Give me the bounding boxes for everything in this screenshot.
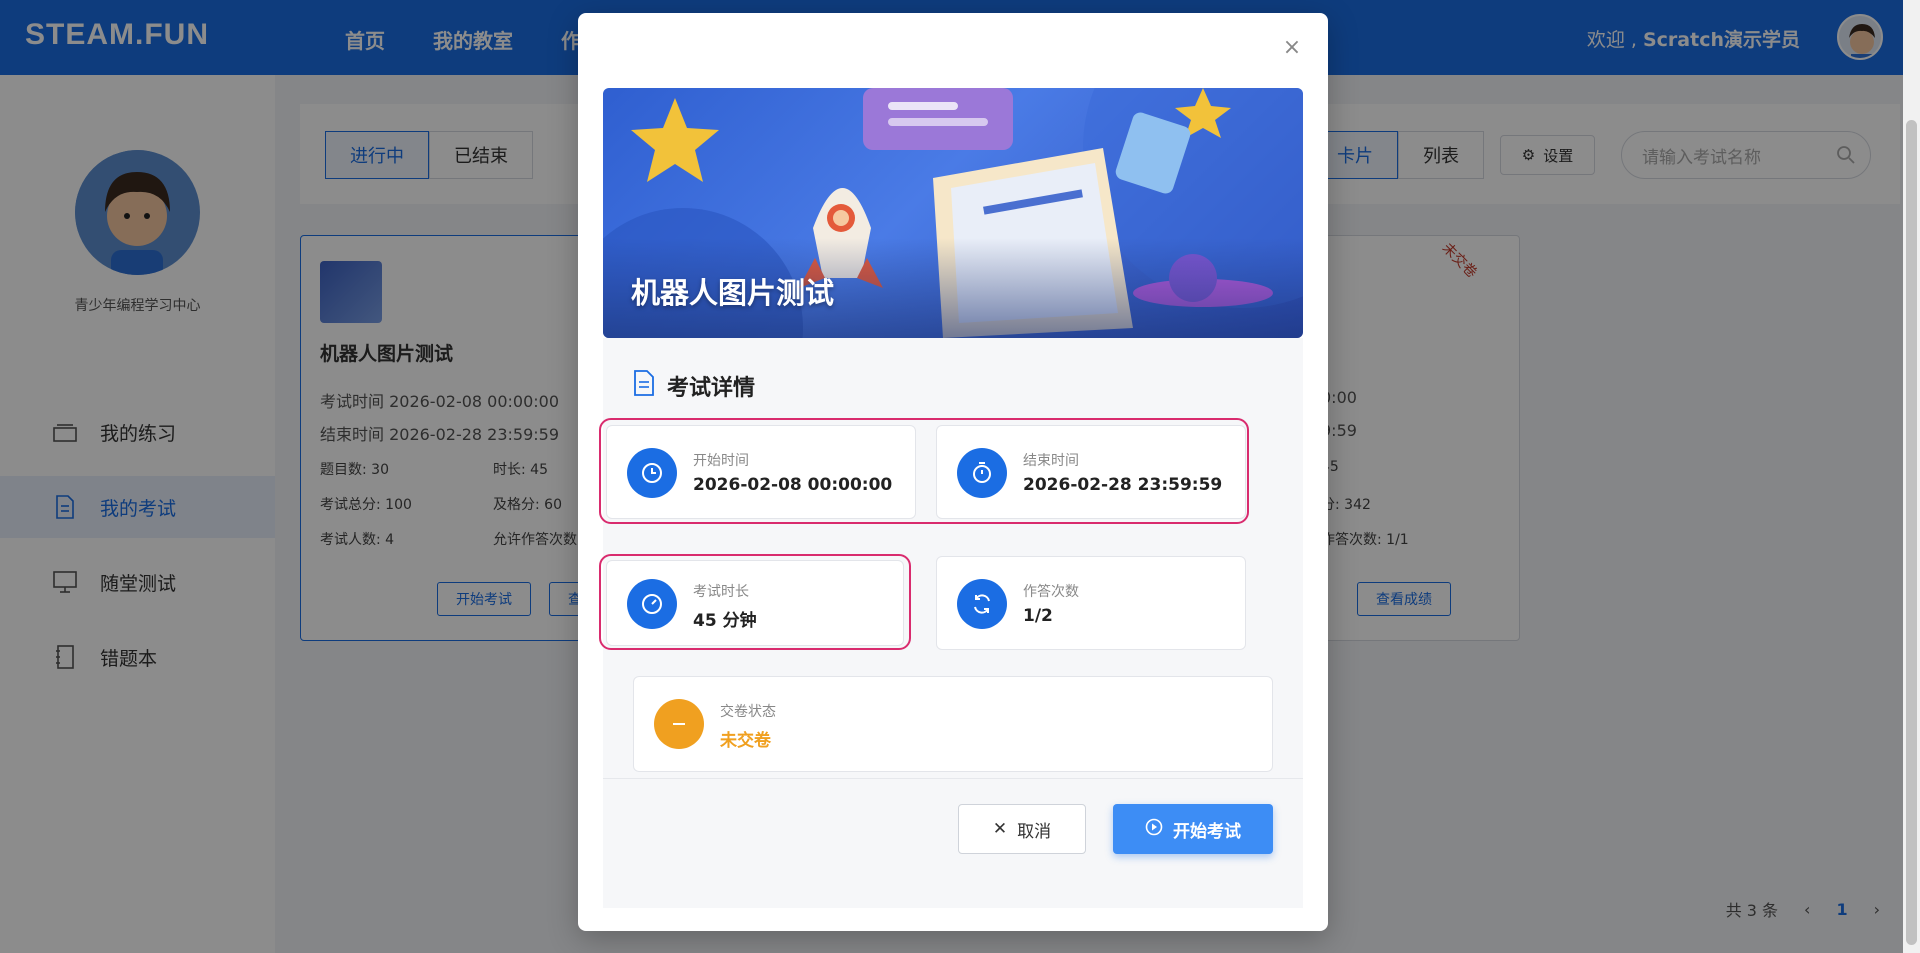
- close-icon: ✕: [992, 819, 1008, 839]
- end-time-label: 结束时间: [1023, 453, 1079, 469]
- scrollbar-thumb[interactable]: [1906, 120, 1917, 945]
- exam-banner: 机器人图片测试: [603, 88, 1303, 338]
- exam-detail-modal: × 机器人图片测试 考试详情 开始时间 2026-02-08 00:00:00 …: [578, 13, 1328, 931]
- start-time-value: 2026-02-08 00:00:00: [693, 475, 893, 495]
- end-time-value: 2026-02-28 23:59:59: [1023, 475, 1223, 495]
- modal-body: 考试详情 开始时间 2026-02-08 00:00:00 结束时间 2026-…: [599, 338, 1303, 778]
- duration-label: 考试时长: [693, 584, 749, 600]
- refresh-icon: [957, 579, 1007, 629]
- attempts-label: 作答次数: [1023, 584, 1079, 600]
- start-time-label: 开始时间: [693, 453, 749, 469]
- start-time-card: 开始时间 2026-02-08 00:00:00: [606, 425, 916, 519]
- cancel-label: 取消: [1017, 821, 1052, 842]
- clock-icon: [627, 448, 677, 498]
- status-value: 未交卷: [720, 731, 771, 751]
- duration-card: 考试时长 45 分钟: [606, 560, 904, 646]
- attempts-value: 1/2: [1023, 606, 1053, 626]
- cancel-button[interactable]: ✕ 取消: [958, 804, 1086, 854]
- banner-title: 机器人图片测试: [631, 276, 835, 310]
- modal-footer: ✕ 取消 开始考试: [603, 778, 1303, 908]
- play-icon: [1145, 818, 1163, 841]
- end-time-card: 结束时间 2026-02-28 23:59:59: [936, 425, 1246, 519]
- minus-icon: [654, 699, 704, 749]
- submit-status-card: 交卷状态 未交卷: [633, 676, 1273, 772]
- document-icon: [633, 370, 655, 402]
- gauge-icon: [627, 579, 677, 629]
- scrollbar[interactable]: [1903, 0, 1920, 953]
- status-label: 交卷状态: [720, 704, 776, 720]
- attempts-card: 作答次数 1/2: [936, 556, 1246, 650]
- start-exam-button[interactable]: 开始考试: [1113, 804, 1273, 854]
- stopwatch-icon: [957, 448, 1007, 498]
- close-icon[interactable]: ×: [1281, 37, 1303, 59]
- section-title: 考试详情: [633, 370, 755, 402]
- duration-value: 45 分钟: [693, 611, 757, 631]
- start-label: 开始考试: [1173, 821, 1241, 842]
